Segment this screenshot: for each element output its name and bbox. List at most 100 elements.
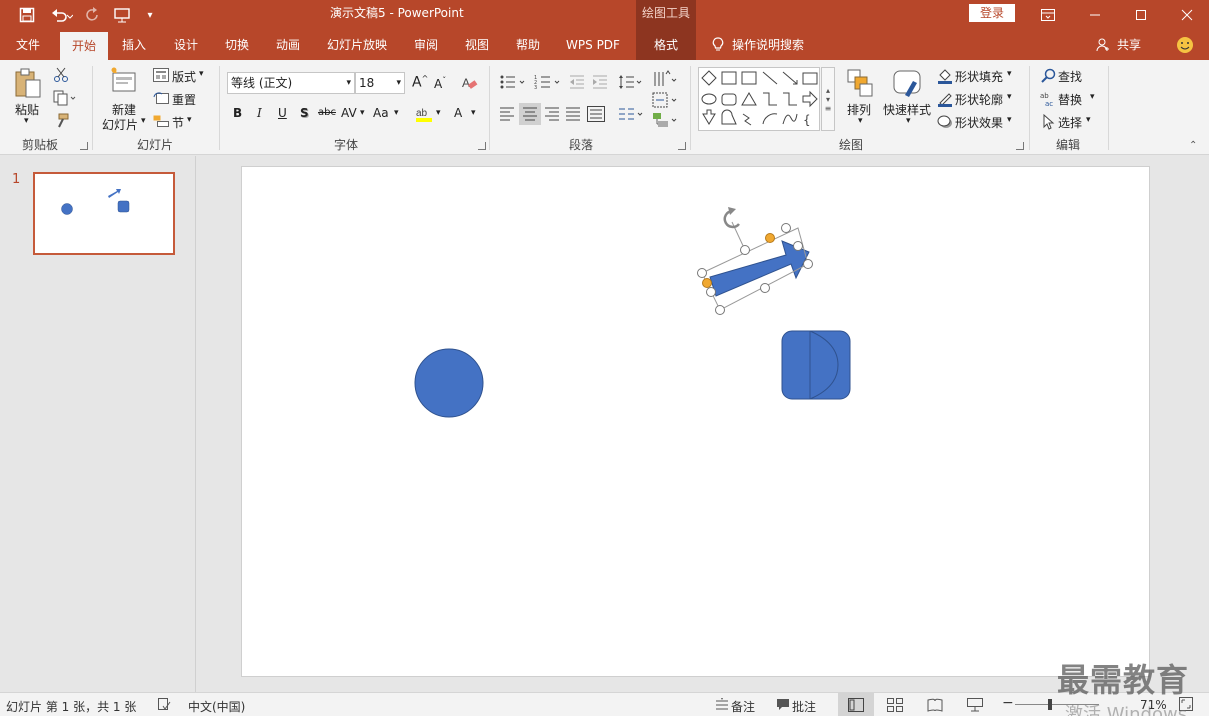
tab-wps-pdf[interactable]: WPS PDF <box>560 30 626 60</box>
slide-canvas[interactable] <box>241 166 1150 677</box>
slide-sorter-icon[interactable] <box>884 696 906 714</box>
char-spacing-dropdown-icon[interactable]: ▾ <box>360 108 365 118</box>
shape-fill-button[interactable]: 形状填充 <box>955 68 1003 85</box>
tab-format[interactable]: 格式 <box>636 30 696 60</box>
smartart-icon[interactable] <box>651 111 679 129</box>
tab-slideshow[interactable]: 幻灯片放映 <box>322 30 392 60</box>
quick-styles-icon[interactable] <box>890 68 924 100</box>
new-slide-dropdown-icon[interactable]: ▾ <box>141 116 146 126</box>
tab-transitions[interactable]: 切换 <box>215 30 259 60</box>
select-dropdown-icon[interactable]: ▾ <box>1086 115 1091 125</box>
arrow-shape[interactable] <box>709 240 810 297</box>
align-text-icon[interactable] <box>651 91 679 109</box>
increase-font-icon[interactable]: A^ <box>412 74 428 91</box>
tab-animations[interactable]: 动画 <box>266 30 310 60</box>
redo-icon[interactable] <box>82 0 104 30</box>
font-launcher-icon[interactable] <box>478 142 486 150</box>
bold-button[interactable]: B <box>233 106 242 120</box>
font-name-dropdown-icon[interactable]: ▾ <box>346 73 351 93</box>
tell-me-search[interactable]: 操作说明搜索 <box>732 30 822 60</box>
arrange-dropdown-icon[interactable]: ▾ <box>858 116 863 126</box>
find-button[interactable]: 查找 <box>1058 68 1082 85</box>
select-button[interactable]: 选择 <box>1058 114 1082 131</box>
paragraph-launcher-icon[interactable] <box>678 142 686 150</box>
close-icon[interactable] <box>1172 0 1202 30</box>
highlight-icon[interactable]: ab <box>414 104 434 124</box>
shape-outline-dropdown-icon[interactable]: ▾ <box>1007 92 1012 102</box>
slide-thumbnail[interactable] <box>33 172 175 255</box>
decrease-font-icon[interactable]: Aˇ <box>434 76 446 91</box>
undo-icon[interactable] <box>46 0 78 30</box>
section-dropdown-icon[interactable]: ▾ <box>187 115 192 125</box>
new-slide-label-2[interactable]: 幻灯片 <box>102 116 138 133</box>
paste-dropdown-icon[interactable]: ▾ <box>24 116 29 126</box>
char-spacing-button[interactable]: AV <box>341 106 357 120</box>
zoom-out-icon[interactable]: − <box>1002 695 1014 711</box>
reset-button[interactable]: 重置 <box>172 91 196 108</box>
strikethrough-button[interactable]: abc <box>318 107 336 118</box>
font-size-dropdown-icon[interactable]: ▾ <box>396 73 401 93</box>
highlight-dropdown-icon[interactable]: ▾ <box>436 108 441 118</box>
drawing-launcher-icon[interactable] <box>1016 142 1024 150</box>
shape-outline-button[interactable]: 形状轮廓 <box>955 91 1003 108</box>
customize-qat-icon[interactable]: ▾ <box>142 0 158 30</box>
text-direction-icon[interactable] <box>651 69 679 91</box>
font-color-dropdown-icon[interactable]: ▾ <box>471 108 476 118</box>
layout-dropdown-icon[interactable]: ▾ <box>199 69 204 79</box>
align-left-icon[interactable] <box>498 105 516 123</box>
collapse-ribbon-icon[interactable]: ⌃ <box>1189 140 1197 151</box>
copy-icon[interactable] <box>52 89 78 107</box>
shape-effects-dropdown-icon[interactable]: ▾ <box>1007 115 1012 125</box>
justify-icon[interactable] <box>564 105 582 123</box>
increase-indent-icon[interactable] <box>591 73 609 91</box>
arrange-icon[interactable] <box>846 68 876 100</box>
clear-formatting-icon[interactable]: A <box>461 74 479 92</box>
underline-button[interactable]: U <box>278 106 287 120</box>
tab-view[interactable]: 视图 <box>455 30 499 60</box>
comments-button[interactable]: 批注 <box>792 698 816 715</box>
login-button[interactable]: 登录 <box>969 4 1015 22</box>
smiley-icon[interactable] <box>1174 30 1196 60</box>
shadow-button[interactable]: S <box>300 106 309 120</box>
section-button[interactable]: 节 <box>172 114 184 131</box>
slideshow-view-icon[interactable] <box>964 696 986 714</box>
minimize-icon[interactable] <box>1080 0 1110 30</box>
maximize-icon[interactable] <box>1126 0 1156 30</box>
tab-insert[interactable]: 插入 <box>112 30 156 60</box>
normal-view-icon[interactable] <box>838 693 874 716</box>
ribbon-display-icon[interactable] <box>1036 0 1060 30</box>
rounded-square-shape[interactable] <box>781 330 851 400</box>
layout-button[interactable]: 版式 <box>172 68 196 85</box>
decrease-indent-icon[interactable] <box>568 73 586 91</box>
font-size-select[interactable]: 18 ▾ <box>355 72 405 94</box>
align-center-icon[interactable] <box>519 103 541 125</box>
save-icon[interactable] <box>14 0 40 30</box>
paste-icon[interactable] <box>12 68 44 100</box>
tab-review[interactable]: 审阅 <box>404 30 448 60</box>
clipboard-launcher-icon[interactable] <box>80 142 88 150</box>
zoom-slider-thumb[interactable] <box>1048 699 1052 710</box>
change-case-button[interactable]: Aa <box>373 106 389 120</box>
shapes-gallery-scroll[interactable]: ▴ ▾ ≡ <box>821 67 835 131</box>
bullets-icon[interactable] <box>498 73 528 91</box>
shape-fill-dropdown-icon[interactable]: ▾ <box>1007 69 1012 79</box>
shapes-gallery[interactable]: { <box>698 67 820 131</box>
quick-styles-dropdown-icon[interactable]: ▾ <box>906 116 911 126</box>
font-color-button[interactable]: A <box>454 106 462 120</box>
tab-home[interactable]: 开始 <box>60 32 108 60</box>
replace-dropdown-icon[interactable]: ▾ <box>1090 92 1095 102</box>
cut-icon[interactable] <box>52 66 70 84</box>
distributed-icon[interactable] <box>586 105 606 123</box>
tab-file[interactable]: 文件 <box>6 30 50 60</box>
line-spacing-icon[interactable] <box>617 73 643 91</box>
format-painter-icon[interactable] <box>52 112 70 130</box>
tab-help[interactable]: 帮助 <box>506 30 550 60</box>
columns-icon[interactable] <box>617 105 645 123</box>
circle-shape[interactable] <box>414 348 484 418</box>
font-name-select[interactable]: 等线 (正文) ▾ <box>227 72 355 94</box>
reading-view-icon[interactable] <box>924 696 946 714</box>
shape-effects-button[interactable]: 形状效果 <box>955 114 1003 131</box>
language-status[interactable]: 中文(中国) <box>188 698 245 715</box>
italic-button[interactable]: I <box>257 106 262 120</box>
numbering-icon[interactable]: 123 <box>533 73 563 91</box>
